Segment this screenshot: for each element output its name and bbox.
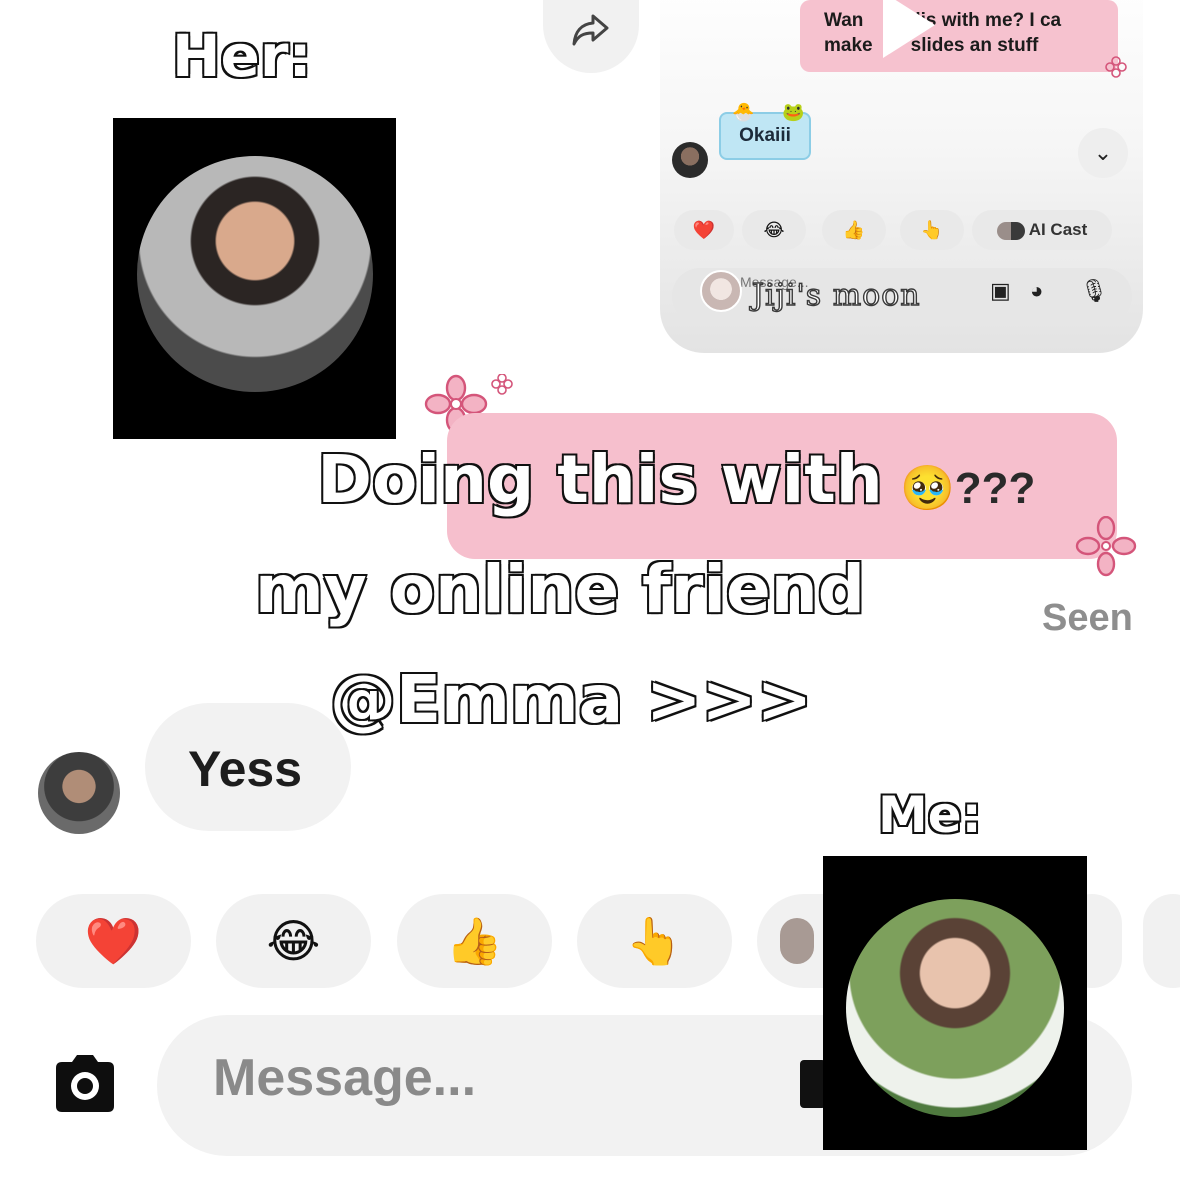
incoming-message-text: Yess: [188, 741, 303, 797]
inset-reaction-heart[interactable]: ❤️: [674, 210, 734, 250]
flower-doodle: [1075, 516, 1137, 577]
reaction-point-up[interactable]: 👆: [577, 894, 732, 988]
me-label: Me:: [877, 785, 984, 846]
inset-avatar: [672, 142, 708, 178]
her-label: Her:: [171, 21, 314, 92]
inset-pink-message: Wan dis with me? I ca make slides an stu…: [800, 0, 1118, 72]
reaction-heart[interactable]: ❤️: [36, 894, 191, 988]
play-icon[interactable]: [865, 0, 943, 64]
her-avatar: [137, 156, 373, 392]
caption-line-1: Doing this with: [316, 440, 885, 520]
reaction-thumbs-up[interactable]: 👍: [397, 894, 552, 988]
reaction-overflow[interactable]: [1143, 894, 1180, 988]
inset-reaction-thumbs[interactable]: 👍: [822, 210, 886, 250]
inset-reaction-point[interactable]: 👆: [900, 210, 964, 250]
ai-cast-avatars-icon: [996, 221, 1025, 240]
gallery-icon[interactable]: ▣: [990, 278, 1011, 304]
reaction-laugh[interactable]: 😂: [216, 894, 371, 988]
ai-cast-avatar-icon: [780, 918, 814, 964]
inset-reaction-laugh[interactable]: 😂: [742, 210, 806, 250]
me-photo-frame: [823, 856, 1087, 1150]
her-photo-frame: [113, 118, 396, 439]
chevron-down-icon[interactable]: ⌄: [1078, 128, 1128, 178]
mic-icon[interactable]: 🎙: [1080, 278, 1108, 304]
inset-ai-cast-button[interactable]: AI Cast: [972, 210, 1112, 250]
jiji-avatar: [700, 270, 742, 312]
embedded-chat-screenshot: Wan dis with me? I ca make slides an stu…: [660, 0, 1143, 353]
sticker-deco-icon: 🐸: [782, 102, 805, 122]
sticker-deco-icon: 🐣: [732, 102, 755, 122]
ai-cast-label: AI Cast: [1028, 220, 1088, 239]
sender-avatar[interactable]: [38, 752, 120, 834]
outgoing-message-text: ???: [954, 464, 1036, 513]
share-button[interactable]: [543, 0, 639, 73]
seen-status: Seen: [1042, 597, 1133, 639]
camera-icon[interactable]: [50, 1052, 120, 1114]
me-avatar: [846, 899, 1064, 1117]
message-placeholder: Message...: [213, 1049, 477, 1107]
share-icon: [572, 14, 609, 46]
sticker-icon[interactable]: ◕: [1030, 278, 1043, 304]
sticker-name-label: Jiji's moon: [751, 277, 921, 313]
caption-line-3: @Emma >>>: [329, 660, 814, 740]
caption-line-2: my online friend: [254, 550, 867, 630]
flower-doodle: [1105, 56, 1127, 78]
